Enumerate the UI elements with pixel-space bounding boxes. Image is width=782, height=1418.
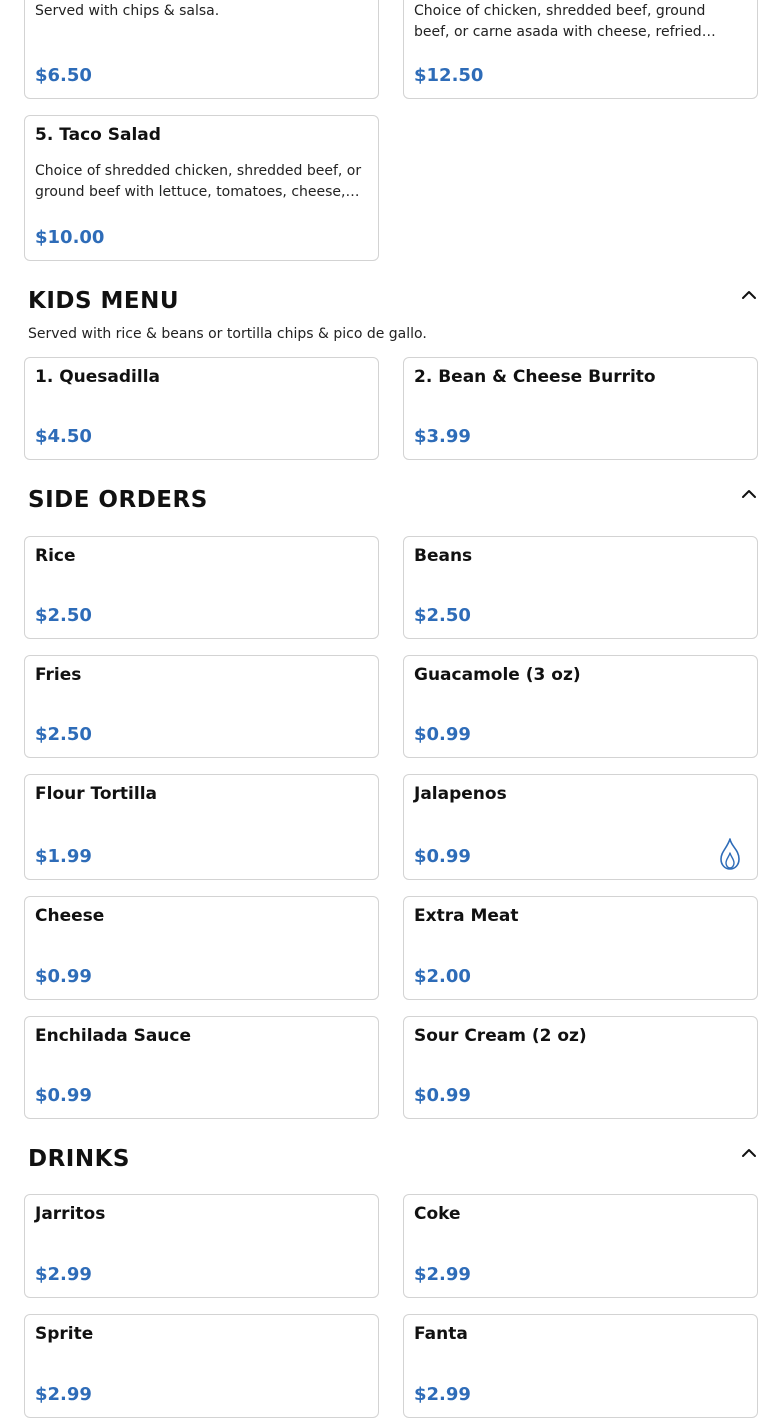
menu-item-card[interactable]: Sour Cream (2 oz) $0.99 [403, 1016, 758, 1119]
item-price: $10.00 [35, 227, 105, 248]
menu-item-card[interactable]: 5. Taco Salad Choice of shredded chicken… [24, 115, 379, 261]
item-price: $0.99 [35, 1085, 92, 1106]
menu-item-card[interactable]: Beans $2.50 [403, 536, 758, 639]
item-price: $6.50 [35, 65, 92, 86]
item-price: $0.99 [414, 846, 471, 867]
section-title-side-orders: SIDE ORDERS [28, 487, 208, 513]
item-price: $2.99 [414, 1384, 471, 1405]
item-name: Jalapenos [414, 784, 507, 804]
item-price: $0.99 [35, 966, 92, 987]
item-name: Fries [35, 665, 82, 685]
chevron-up-icon[interactable] [739, 487, 759, 501]
item-price: $0.99 [414, 1085, 471, 1106]
item-price: $2.99 [35, 1384, 92, 1405]
menu-item-card[interactable]: Coke $2.99 [403, 1194, 758, 1298]
chevron-up-icon[interactable] [739, 288, 759, 302]
item-name: Fanta [414, 1324, 468, 1344]
menu-item-card[interactable]: 2. Bean & Cheese Burrito $3.99 [403, 357, 758, 460]
item-price: $2.99 [414, 1264, 471, 1285]
item-name: Flour Tortilla [35, 784, 158, 804]
item-name: Coke [414, 1204, 461, 1224]
menu-item-card[interactable]: Choice of chicken, shredded beef, ground… [403, 0, 758, 99]
menu-item-card[interactable]: Fries $2.50 [24, 655, 379, 758]
menu-item-card[interactable]: Served with chips & salsa. $6.50 [24, 0, 379, 99]
flame-icon [720, 838, 740, 870]
item-price: $2.00 [414, 966, 471, 987]
item-price: $1.99 [35, 846, 92, 867]
item-name: Cheese [35, 906, 105, 926]
menu-item-card[interactable]: Extra Meat $2.00 [403, 896, 758, 1000]
menu-item-card[interactable]: 1. Quesadilla $4.50 [24, 357, 379, 460]
item-price: $2.50 [35, 724, 92, 745]
item-name: 5. Taco Salad [35, 125, 161, 145]
menu-item-card[interactable]: Flour Tortilla $1.99 [24, 774, 379, 880]
item-price: $0.99 [414, 724, 471, 745]
menu-item-card[interactable]: Rice $2.50 [24, 536, 379, 639]
item-name: Sour Cream (2 oz) [414, 1026, 587, 1046]
menu-item-card[interactable]: Jalapenos $0.99 [403, 774, 758, 880]
menu-item-card[interactable]: Jarritos $2.99 [24, 1194, 379, 1298]
menu-item-card[interactable]: Sprite $2.99 [24, 1314, 379, 1418]
item-description: Served with chips & salsa. [35, 3, 220, 19]
item-price: $2.50 [35, 605, 92, 626]
item-price: $12.50 [414, 65, 484, 86]
chevron-up-icon[interactable] [739, 1146, 759, 1160]
item-description: Choice of chicken, shredded beef, ground… [414, 3, 706, 40]
section-title-kids-menu: KIDS MENU [28, 288, 180, 314]
item-price: $3.99 [414, 426, 471, 447]
item-description: Choice of shredded chicken, shredded bee… [35, 163, 362, 200]
menu-item-card[interactable]: Cheese $0.99 [24, 896, 379, 1000]
item-price: $2.99 [35, 1264, 92, 1285]
item-price: $4.50 [35, 426, 92, 447]
item-name: Rice [35, 546, 76, 566]
item-name: Beans [414, 546, 473, 566]
item-name: Sprite [35, 1324, 94, 1344]
item-name: 1. Quesadilla [35, 367, 161, 387]
section-title-drinks: DRINKS [28, 1146, 130, 1172]
item-name: Extra Meat [414, 906, 519, 926]
menu-item-card[interactable]: Enchilada Sauce $0.99 [24, 1016, 379, 1119]
item-name: 2. Bean & Cheese Burrito [414, 367, 656, 387]
section-subtitle: Served with rice & beans or tortilla chi… [28, 326, 427, 342]
item-price: $2.50 [414, 605, 471, 626]
menu-item-card[interactable]: Guacamole (3 oz) $0.99 [403, 655, 758, 758]
menu-item-card[interactable]: Fanta $2.99 [403, 1314, 758, 1418]
item-name: Jarritos [35, 1204, 106, 1224]
item-name: Enchilada Sauce [35, 1026, 192, 1046]
item-name: Guacamole (3 oz) [414, 665, 581, 685]
